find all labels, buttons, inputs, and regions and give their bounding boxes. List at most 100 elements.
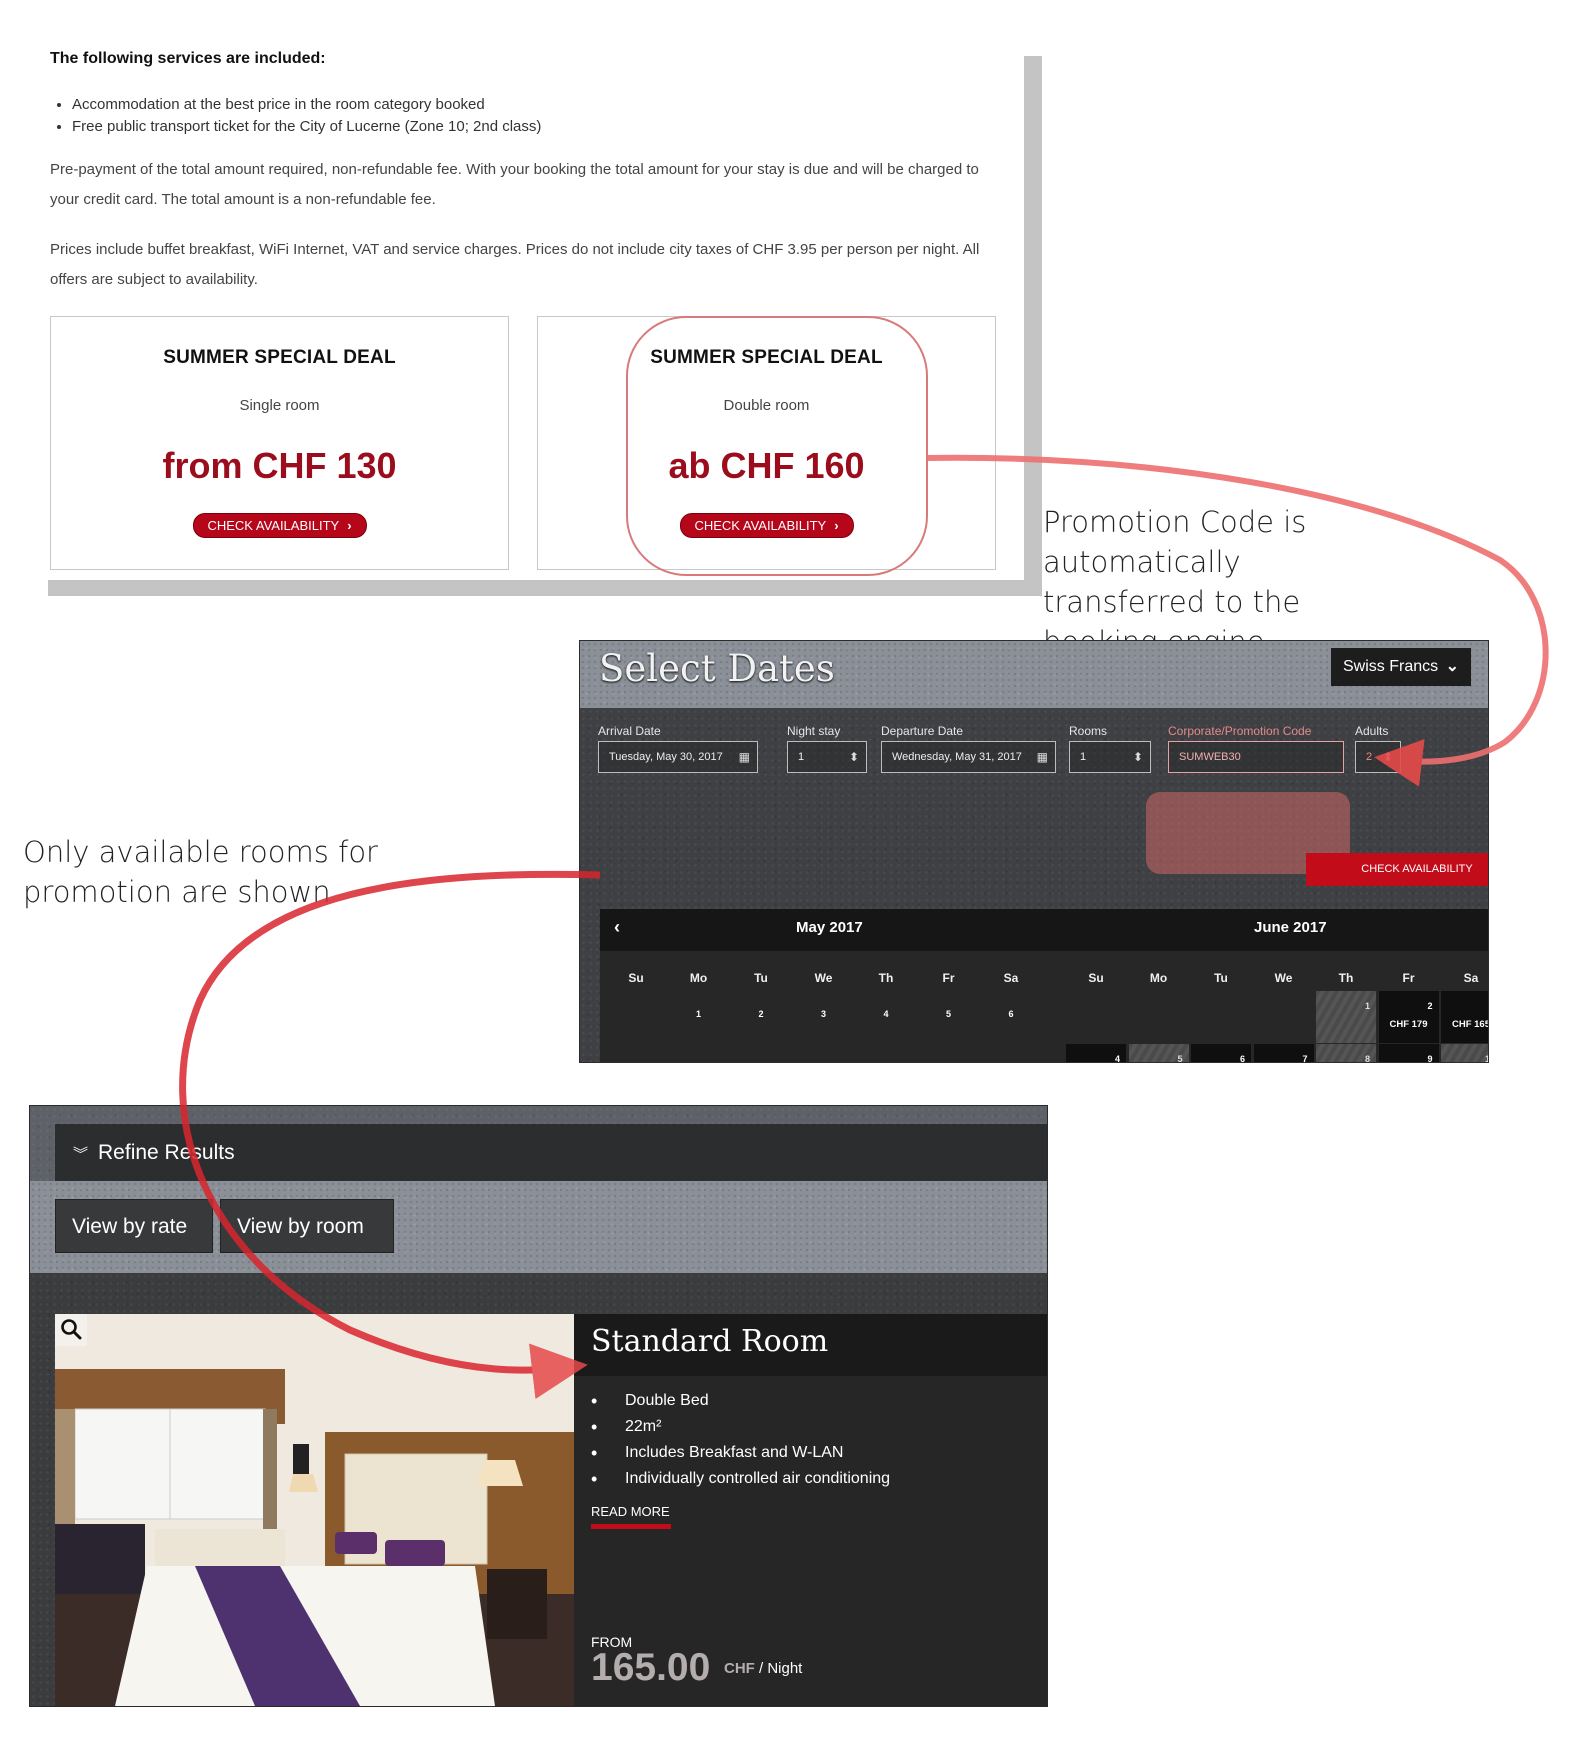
check-availability-button[interactable]: CHECK AVAILABILITY <box>1306 853 1488 886</box>
calendar-day[interactable]: 12 <box>919 1044 979 1062</box>
field-label: Arrival Date <box>598 724 661 738</box>
button-label: CHECK AVAILABILITY <box>694 518 827 533</box>
weekday-label: Fr <box>1402 971 1415 985</box>
calendar-day[interactable]: 6 <box>981 991 1041 1043</box>
booking-title: Select Dates <box>599 647 835 690</box>
annotation-available-rooms: Only available rooms for promotion are s… <box>23 835 378 909</box>
calendar-day[interactable]: 5 <box>919 991 979 1043</box>
currency-select[interactable]: Swiss Francs ⌄ <box>1331 648 1471 686</box>
chevron-down-icon: ⌄ <box>1445 658 1459 675</box>
room-info: Standard Room Double Bed 22m² Includes B… <box>574 1314 1047 1706</box>
view-by-room-button[interactable]: View by room <box>220 1199 394 1253</box>
stepper-icon: ⬍ <box>848 750 859 764</box>
services-list: Accommodation at the best price in the r… <box>50 94 541 138</box>
calendar-day[interactable]: 7 <box>606 1044 666 1063</box>
calendar-day[interactable]: 3 <box>794 991 854 1043</box>
chevron-right-icon: › <box>347 518 352 533</box>
day-number: 1 <box>1364 1001 1370 1011</box>
calendar-day-unavailable: 5 <box>1128 1044 1189 1063</box>
calendar-day-unavailable: 1 <box>1316 991 1376 1043</box>
calendar-header: ‹ May 2017 June 2017 › <box>600 909 1488 951</box>
arrival-date-field: Arrival Date Tuesday, May 30, 2017 ▦ <box>598 724 758 773</box>
weekday-label: Th <box>878 971 894 985</box>
adults-stepper[interactable]: 2 ⬍ <box>1355 741 1401 773</box>
service-item: Free public transport ticket for the Cit… <box>72 116 541 138</box>
prices-paragraph: Prices include buffet breakfast, WiFi In… <box>50 241 980 288</box>
chevron-right-icon: › <box>834 518 839 533</box>
day-number: 2 <box>1427 1001 1433 1011</box>
calendar-day[interactable]: 8 <box>669 1044 729 1062</box>
calendar-day-available[interactable]: 6CHF 207 <box>1191 1044 1251 1063</box>
rooms-stepper[interactable]: 1 ⬍ <box>1069 741 1151 773</box>
view-by-rate-button[interactable]: View by rate <box>55 1199 213 1253</box>
price-per: / Night <box>754 1660 803 1677</box>
services-heading: The following services are included: <box>50 50 326 67</box>
day-number: 11 <box>856 1062 916 1063</box>
field-value: Tuesday, May 30, 2017 <box>609 751 723 763</box>
read-more-link[interactable]: READ MORE <box>591 1504 670 1519</box>
results-panel: ︾ Refine Results View by rate View by roo… <box>29 1105 1048 1707</box>
booking-engine: Select Dates Swiss Francs ⌄ Arrival Date… <box>579 640 1489 1063</box>
calendar-day-available[interactable]: 2 CHF 179 <box>1378 991 1439 1043</box>
calendar-day-available[interactable]: 4CHF 179 <box>1066 1044 1126 1062</box>
calendar-day[interactable]: 13 <box>981 1044 1041 1062</box>
calendar-day[interactable]: 1 <box>669 991 729 1043</box>
departure-date-field: Departure Date Wednesday, May 31, 2017 ▦ <box>881 724 1056 773</box>
calendar-day[interactable]: 2 <box>731 991 791 1043</box>
field-label: Corporate/Promotion Code <box>1168 724 1312 738</box>
refine-results-toggle[interactable]: ︾ Refine Results <box>55 1124 1047 1181</box>
calendar-day[interactable]: 10 <box>794 1044 854 1062</box>
magnifier-icon[interactable] <box>55 1314 87 1346</box>
calendar-day[interactable]: 4 <box>856 991 916 1043</box>
calendar-day[interactable]: 11 <box>856 1044 916 1063</box>
field-value: Wednesday, May 31, 2017 <box>892 751 1022 763</box>
night-stay-stepper[interactable]: 1 ⬍ <box>787 741 867 773</box>
deal-card-double: SUMMER SPECIAL DEAL Double room ab CHF 1… <box>537 316 996 570</box>
weekday-label: Su <box>628 971 644 985</box>
check-availability-button[interactable]: CHECK AVAILABILITY › <box>679 513 854 538</box>
price-unit: CHF / Night <box>724 1660 802 1677</box>
room-feature: Double Bed <box>591 1388 890 1414</box>
field-label: Adults <box>1355 724 1389 738</box>
field-value: 2 <box>1366 751 1373 763</box>
departure-date-input[interactable]: Wednesday, May 31, 2017 ▦ <box>881 741 1056 773</box>
room-results-area: Standard Room Double Bed 22m² Includes B… <box>30 1273 1047 1706</box>
day-number: 5 <box>1177 1054 1183 1063</box>
day-number: 9 <box>1427 1054 1433 1063</box>
weekday-label: Tu <box>754 971 768 985</box>
room-name: Standard Room <box>591 1324 829 1359</box>
annotation-promo-transfer: Promotion Code is automatically transfer… <box>1043 505 1307 659</box>
room-feature: Individually controlled air conditioning <box>591 1466 890 1492</box>
rooms-field: Rooms 1 ⬍ <box>1069 724 1151 773</box>
hotel-room-image <box>55 1314 574 1706</box>
weekday-label: Tu <box>1214 971 1228 985</box>
calendar-day-available[interactable]: 7CHF 193 <box>1253 1044 1314 1063</box>
service-item: Accommodation at the best price in the r… <box>72 94 541 116</box>
check-availability-button[interactable]: CHECK AVAILABILITY › <box>192 513 367 538</box>
weekday-label: Th <box>1338 971 1354 985</box>
day-number: 7 <box>606 1062 666 1063</box>
weekday-label: Mo <box>1149 971 1168 985</box>
day-number: 8 <box>1364 1054 1370 1063</box>
day-number: 7 <box>1302 1054 1308 1063</box>
day-number: 6 <box>1239 1054 1245 1063</box>
day-number: 2 <box>758 1009 764 1019</box>
adults-field: Adults 2 ⬍ <box>1355 724 1401 773</box>
room-feature: Includes Breakfast and W-LAN <box>591 1440 890 1466</box>
day-number: 9 <box>731 1062 791 1063</box>
calendar-day-available[interactable]: 3CHF 165 <box>1441 991 1488 1043</box>
arrival-date-input[interactable]: Tuesday, May 30, 2017 ▦ <box>598 741 758 773</box>
room-photo[interactable] <box>55 1314 574 1706</box>
calendar-day[interactable]: 9 <box>731 1044 791 1063</box>
calendar-icon: ▦ <box>738 750 750 764</box>
prev-month-icon[interactable]: ‹ <box>614 917 620 938</box>
calendar-day-available[interactable]: 9CHF 179 <box>1378 1044 1439 1063</box>
promo-code-input[interactable]: SUMWEB30 <box>1168 741 1344 773</box>
prepayment-paragraph: Pre-payment of the total amount required… <box>50 161 979 208</box>
offer-page-panel: The following services are included: Acc… <box>30 40 1024 580</box>
room-price: 165.00 <box>591 1646 711 1689</box>
promo-code-field: Corporate/Promotion Code SUMWEB30 <box>1168 724 1344 773</box>
weekday-label: Mo <box>689 971 708 985</box>
stepper-icon: ⬍ <box>1382 750 1393 764</box>
deal-room-type: Double room <box>723 397 810 414</box>
